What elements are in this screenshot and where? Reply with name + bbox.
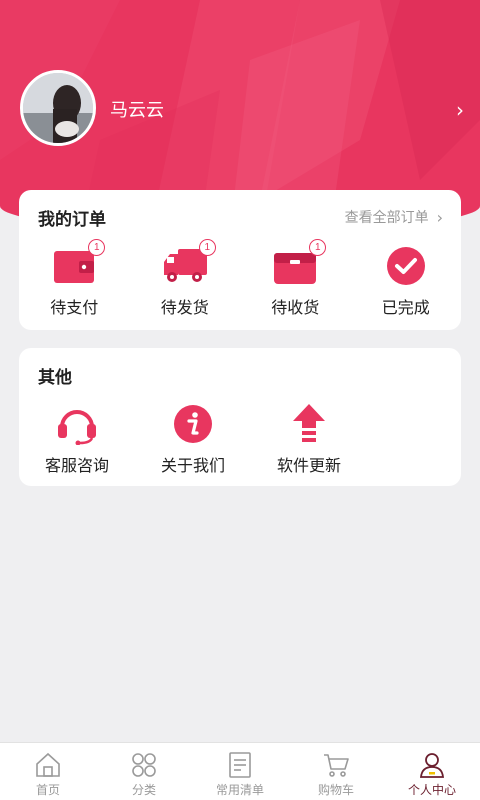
customer-service-button[interactable]: 客服咨询 xyxy=(19,402,135,476)
bottom-tab-bar: 首页 分类 常用清单 购物车 个人中心 xyxy=(0,742,480,800)
tab-personal-center[interactable]: 个人中心 xyxy=(384,743,480,800)
person-icon xyxy=(420,753,444,778)
upload-icon xyxy=(293,404,325,442)
badge-count: 1 xyxy=(309,239,327,256)
software-update-button[interactable]: 软件更新 xyxy=(251,402,367,476)
check-circle-icon xyxy=(386,247,425,285)
badge-count: 1 xyxy=(88,239,106,256)
wallet-icon xyxy=(54,251,95,283)
username: 马云云 xyxy=(110,100,164,121)
other-item-label: 客服咨询 xyxy=(44,456,109,475)
headset-icon xyxy=(58,410,96,445)
order-pending-shipment[interactable]: 1 待发货 xyxy=(130,239,241,318)
other-item-label: 软件更新 xyxy=(276,456,341,475)
home-icon xyxy=(36,752,60,777)
view-all-orders-label: 查看全部订单 xyxy=(344,210,429,226)
tab-label: 购物车 xyxy=(317,783,354,797)
list-icon xyxy=(229,752,251,778)
tab-cart[interactable]: 购物车 xyxy=(288,743,384,800)
avatar-photo-icon xyxy=(23,73,93,143)
orders-title: 我的订单 xyxy=(38,210,106,230)
tab-category[interactable]: 分类 xyxy=(96,743,192,800)
chevron-right-icon: › xyxy=(436,207,443,227)
other-title: 其他 xyxy=(38,368,72,388)
order-item-label: 待收货 xyxy=(271,298,320,317)
order-item-label: 待支付 xyxy=(50,298,99,317)
about-us-button[interactable]: 关于我们 xyxy=(135,402,251,476)
chevron-right-icon[interactable]: › xyxy=(456,98,464,122)
orders-card: 我的订单 查看全部订单 › 1 待支付 1 待发货 1 待收货 已完成 xyxy=(19,190,461,330)
badge-count: 1 xyxy=(198,239,216,256)
other-card: 其他 客服咨询 关于我们 软件更新 xyxy=(19,348,461,486)
order-item-label: 待发货 xyxy=(160,298,209,317)
tab-common-list[interactable]: 常用清单 xyxy=(192,743,288,800)
view-all-orders-link[interactable]: 查看全部订单 › xyxy=(345,207,443,227)
other-item-label: 关于我们 xyxy=(160,456,225,475)
tab-home[interactable]: 首页 xyxy=(0,743,96,800)
cart-icon xyxy=(324,754,349,777)
order-item-label: 已完成 xyxy=(381,298,430,317)
tab-label: 首页 xyxy=(35,783,60,797)
tab-label: 个人中心 xyxy=(407,783,456,797)
order-pending-receipt[interactable]: 1 待收货 xyxy=(240,239,351,318)
order-completed[interactable]: 已完成 xyxy=(351,244,462,318)
order-pending-payment[interactable]: 1 待支付 xyxy=(19,239,130,318)
user-avatar[interactable] xyxy=(20,70,96,146)
tab-label: 常用清单 xyxy=(215,783,264,797)
category-icon xyxy=(132,753,156,777)
info-icon xyxy=(174,405,212,443)
tab-label: 分类 xyxy=(131,783,156,797)
